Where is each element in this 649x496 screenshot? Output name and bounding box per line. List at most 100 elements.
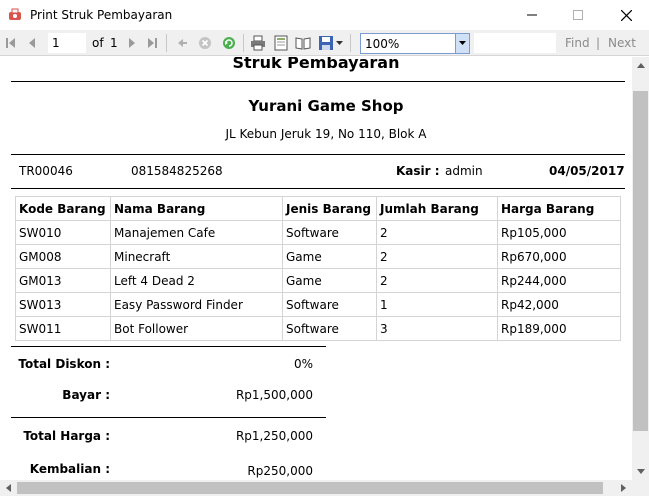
print-layout-button[interactable] <box>272 33 290 53</box>
title-bar: Print Struk Pembayaran <box>0 0 649 30</box>
scrollbar-corner <box>632 480 649 496</box>
horizontal-scrollbar[interactable] <box>0 480 632 496</box>
table-row: SW013 Easy Password Finder Software 1 Rp… <box>15 292 621 317</box>
next-page-button[interactable] <box>124 33 140 53</box>
refresh-icon <box>223 37 235 49</box>
horizontal-scroll-thumb[interactable] <box>17 482 603 494</box>
paid-label: Bayar : <box>62 388 110 402</box>
page-setup-button[interactable] <box>294 33 312 53</box>
cell-jenis: Software <box>282 292 377 317</box>
table-row: GM008 Minecraft Game 2 Rp670,000 <box>15 244 621 269</box>
cell-jenis: Software <box>282 316 377 341</box>
cell-kode: SW011 <box>15 316 111 341</box>
back-arrow-icon <box>178 39 187 47</box>
scroll-left-button[interactable] <box>0 480 17 496</box>
table-header-row: Kode Barang Nama Barang Jenis Barang Jum… <box>15 196 621 221</box>
paid-value: Rp1,500,000 <box>235 388 313 402</box>
cell-kode: GM013 <box>15 268 111 293</box>
column-header: Nama Barang <box>110 196 283 221</box>
cell-harga: Rp42,000 <box>497 292 621 317</box>
table-row: GM013 Left 4 Dead 2 Game 2 Rp244,000 <box>15 268 621 293</box>
total-value: Rp1,250,000 <box>235 429 313 443</box>
scroll-right-button[interactable] <box>615 480 632 496</box>
divider <box>11 154 625 155</box>
scroll-up-button[interactable] <box>632 57 649 74</box>
last-page-button[interactable] <box>144 33 160 53</box>
toolbar-separator <box>243 34 244 52</box>
previous-page-button[interactable] <box>24 33 40 53</box>
cell-harga: Rp670,000 <box>497 244 621 269</box>
divider <box>11 188 625 189</box>
column-header: Harga Barang <box>497 196 621 221</box>
cell-jumlah: 3 <box>376 316 498 341</box>
cell-jumlah: 2 <box>376 220 498 245</box>
phone-number: 081584825268 <box>131 164 223 178</box>
discount-value: 0% <box>293 357 313 371</box>
maximize-button[interactable] <box>555 0 601 30</box>
cell-kode: GM008 <box>15 244 111 269</box>
of-label: of <box>92 36 104 50</box>
refresh-button[interactable] <box>220 33 238 53</box>
back-button[interactable] <box>174 33 190 53</box>
chevron-down-icon <box>636 469 645 474</box>
cell-kode: SW010 <box>15 220 111 245</box>
stop-button[interactable] <box>196 33 214 53</box>
close-icon <box>620 9 632 21</box>
cell-nama: Manajemen Cafe <box>110 220 283 245</box>
current-page-input[interactable]: 1 <box>48 33 86 53</box>
shop-address: JL Kebun Jeruk 19, No 110, Blok A <box>225 127 427 141</box>
discount-label: Total Diskon : <box>18 357 110 371</box>
export-button[interactable] <box>316 33 344 53</box>
toolbar-separator <box>166 34 167 52</box>
divider <box>11 346 326 347</box>
cell-jumlah: 2 <box>376 268 498 293</box>
table-row: SW010 Manajemen Cafe Software 2 Rp105,00… <box>15 220 621 245</box>
first-page-button[interactable] <box>3 33 19 53</box>
toolbar-separator <box>350 34 351 52</box>
cashier-name: admin <box>445 164 483 178</box>
column-header: Kode Barang <box>15 196 111 221</box>
chevron-down-icon <box>459 41 466 45</box>
column-header: Jumlah Barang <box>376 196 498 221</box>
stop-icon <box>199 37 211 49</box>
chevron-right-icon <box>621 484 626 492</box>
find-text-input[interactable] <box>474 33 556 53</box>
cell-jumlah: 1 <box>376 292 498 317</box>
find-button[interactable]: Find <box>565 36 590 50</box>
report-viewport: Struk Pembayaran Yurani Game Shop JL Keb… <box>0 57 632 480</box>
minimize-button[interactable] <box>509 0 555 30</box>
scroll-down-button[interactable] <box>632 463 649 480</box>
save-disk-icon <box>318 36 333 50</box>
maximize-icon <box>573 10 583 20</box>
cell-nama: Bot Follower <box>110 316 283 341</box>
chevron-left-icon <box>6 484 11 492</box>
total-label: Total Harga : <box>23 429 110 443</box>
total-pages: 1 <box>110 36 118 50</box>
report-title: Struk Pembayaran <box>232 57 400 72</box>
zoom-value: 100% <box>365 37 400 51</box>
first-page-icon <box>6 38 15 48</box>
cell-kode: SW013 <box>15 292 111 317</box>
transaction-date: 04/05/2017 <box>549 164 625 178</box>
dropdown-arrow-icon <box>335 40 343 45</box>
cell-nama: Easy Password Finder <box>110 292 283 317</box>
cell-nama: Left 4 Dead 2 <box>110 268 283 293</box>
zoom-dropdown-button[interactable] <box>455 34 469 53</box>
column-header: Jenis Barang <box>282 196 377 221</box>
report-toolbar: 1 of 1 100% Find | Next <box>0 30 649 56</box>
vertical-scrollbar[interactable] <box>632 57 649 480</box>
printer-app-icon <box>9 8 21 20</box>
cell-harga: Rp189,000 <box>497 316 621 341</box>
print-button[interactable] <box>249 33 267 53</box>
cell-jenis: Game <box>282 244 377 269</box>
table-row: SW011 Bot Follower Software 3 Rp189,000 <box>15 316 621 341</box>
find-next-button[interactable]: Next <box>608 36 636 50</box>
cell-jenis: Game <box>282 268 377 293</box>
window-title: Print Struk Pembayaran <box>30 8 173 22</box>
close-button[interactable] <box>603 0 649 30</box>
vertical-scroll-thumb[interactable] <box>633 91 648 431</box>
previous-page-icon <box>29 38 35 48</box>
change-value: Rp250,000 <box>247 464 313 478</box>
zoom-select[interactable]: 100% <box>360 33 470 54</box>
last-page-icon <box>148 38 157 48</box>
